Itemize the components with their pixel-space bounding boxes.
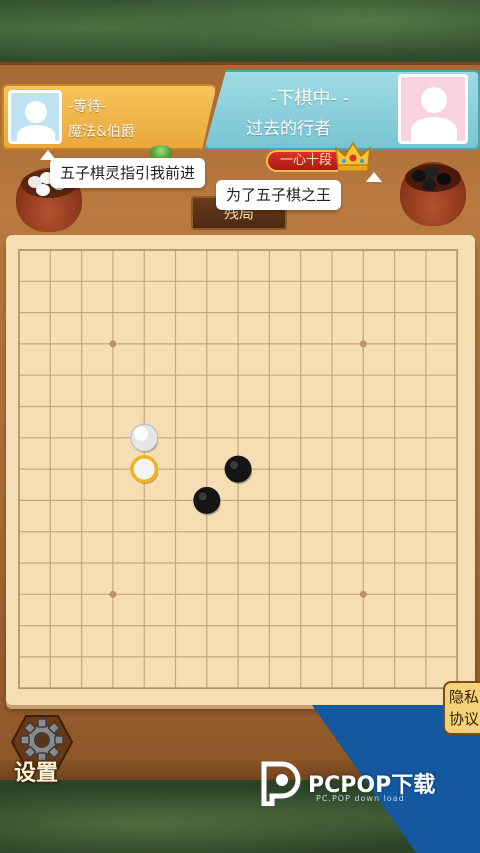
watermark-subtext: PC.POP down load xyxy=(316,794,405,803)
privacy-policy-tab[interactable]: 隐私协议 xyxy=(443,681,480,735)
left-player-avatar[interactable] xyxy=(8,90,62,144)
crown-icon xyxy=(335,141,371,172)
white-stone xyxy=(130,455,159,485)
star-point xyxy=(359,340,367,348)
star-point xyxy=(359,590,367,598)
avatar-silhouette-icon xyxy=(25,101,47,123)
black-stone xyxy=(193,486,221,516)
right-player-name: 过去的行者 xyxy=(246,119,331,139)
left-chat-bubble: 五子棋灵指引我前进 xyxy=(50,158,206,188)
star-point xyxy=(109,590,117,598)
right-chat-bubble: 为了五子棋之王 xyxy=(216,180,342,210)
board-grid[interactable] xyxy=(6,235,475,705)
left-player-status: -等待- xyxy=(68,99,107,115)
watermark-logo-icon xyxy=(261,761,301,806)
right-player-avatar[interactable] xyxy=(398,74,468,144)
forest-background-top xyxy=(0,0,480,70)
left-player-name: 魔法&伯爵 xyxy=(68,124,135,140)
star-point xyxy=(109,340,117,348)
settings-button-label[interactable]: 设置 xyxy=(14,755,58,787)
right-player-status: -下棋中- - xyxy=(270,88,350,109)
white-stone xyxy=(130,423,159,453)
gomoku-board[interactable] xyxy=(6,235,475,705)
gem-icon xyxy=(150,145,172,159)
black-stone xyxy=(224,455,253,485)
avatar-silhouette-icon xyxy=(421,87,447,113)
